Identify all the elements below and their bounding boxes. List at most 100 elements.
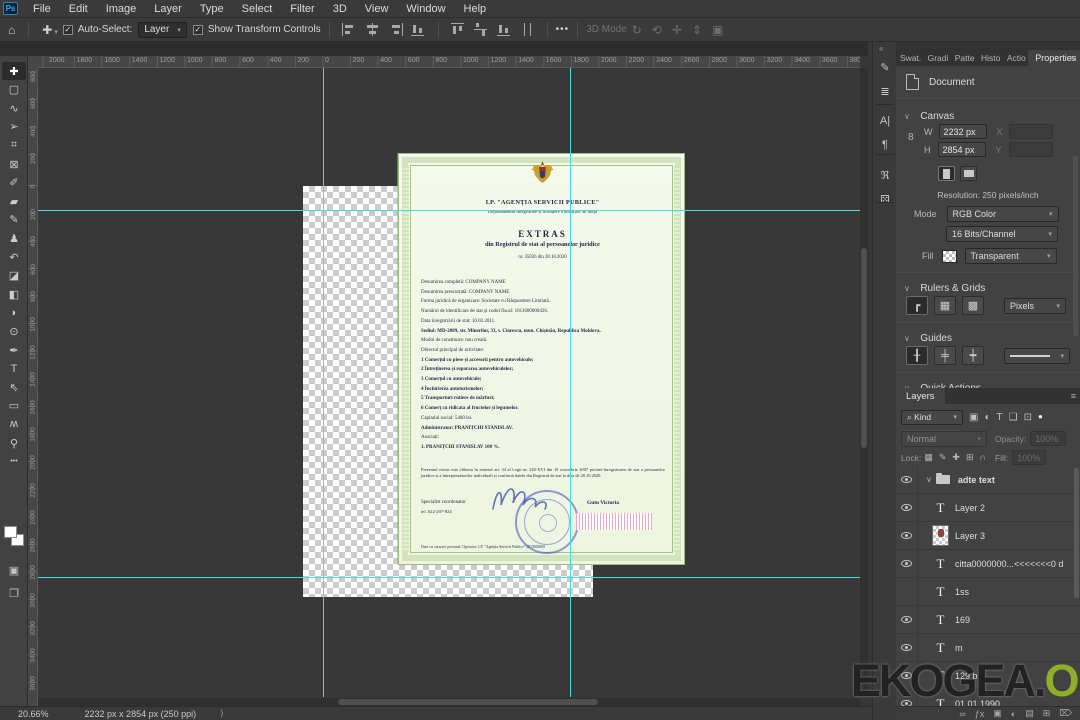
bit-depth-dropdown[interactable]: 16 Bits/Channel ▾ — [946, 226, 1058, 242]
layer-row[interactable]: Layer 3 — [896, 521, 1080, 550]
lock-transparency-icon[interactable]: ▦ — [924, 452, 933, 463]
menu-file[interactable]: File — [24, 0, 60, 17]
vertical-guide[interactable] — [570, 68, 571, 697]
section-caret-icon[interactable]: ∨ — [904, 284, 910, 293]
certificate-document-image[interactable]: I.P. "AGENȚIA SERVICII PUBLICE" Departam… — [398, 153, 685, 565]
menu-window[interactable]: Window — [397, 0, 454, 17]
scrollbar-thumb[interactable] — [861, 248, 867, 448]
foreground-color-swatch[interactable] — [4, 526, 17, 538]
paragraph-icon[interactable]: ¶ — [876, 136, 894, 154]
tab-actio[interactable]: Actio — [1003, 50, 1028, 66]
toggle-grid-button[interactable]: ▦ — [934, 296, 956, 315]
auto-select-target-dropdown[interactable]: Layer ▾ — [138, 21, 187, 38]
adjust-sliders-icon[interactable]: ≣ — [876, 82, 894, 100]
layer-visibility-toggle[interactable] — [896, 549, 918, 578]
edit-toolbar[interactable]: ••• — [2, 453, 26, 471]
toggle-guides-button[interactable]: ╂ — [906, 346, 928, 365]
screen-mode-button[interactable]: ❐ — [2, 584, 26, 602]
layers-scrollbar[interactable] — [1074, 468, 1079, 598]
layer-thumbnail[interactable] — [932, 525, 949, 546]
distribute-vertical-centers-icon[interactable] — [473, 23, 489, 36]
home-icon[interactable]: ⌂ — [8, 23, 15, 37]
dodge-tool[interactable]: ⊙ — [2, 322, 26, 340]
blend-mode-dropdown[interactable]: Normal ▾ — [901, 430, 987, 447]
zoom-level-field[interactable]: 20.66% — [18, 709, 49, 719]
layer-visibility-toggle[interactable] — [896, 521, 918, 550]
layer-visibility-toggle[interactable] — [896, 605, 918, 634]
clear-guides-button[interactable]: ┿ — [962, 346, 984, 365]
ruler-left[interactable]: 800 600 400 200 0 200 400 600 800 1000 1200 1400 160… — [28, 68, 38, 706]
blur-tool[interactable]: ◗ — [2, 304, 26, 322]
layer-fill-field[interactable]: 100% — [1012, 450, 1047, 465]
ruler-top[interactable]: 2000 1800 1600 1400 1200 1000 800 600 400 200 0 200… — [28, 56, 860, 68]
crop-tool[interactable]: ⌗ — [2, 136, 26, 154]
filter-smart-objects-icon[interactable]: ⊡ — [1024, 412, 1032, 423]
canvas-vertical-scrollbar[interactable] — [860, 68, 868, 697]
menu-edit[interactable]: Edit — [60, 0, 97, 17]
libraries-icon[interactable]: ⚄ — [876, 190, 894, 208]
lock-artboard-icon[interactable]: ⊞ — [966, 452, 974, 463]
horizontal-guide[interactable] — [38, 210, 860, 211]
lock-all-icon[interactable]: ∩ — [979, 452, 985, 463]
canvas-horizontal-scrollbar[interactable] — [38, 698, 860, 706]
filter-type-layers-icon[interactable]: T — [997, 412, 1003, 423]
link-layers-icon[interactable]: ∞ — [959, 709, 965, 719]
move-tool-preset-icon[interactable]: ✚ ▾ — [42, 23, 58, 37]
tab-patte[interactable]: Patte — [951, 50, 977, 66]
frame-tool[interactable]: ⊠ — [2, 155, 26, 173]
guide-style-dropdown[interactable]: ▾ — [1004, 347, 1070, 364]
distribute-top-edges-icon[interactable] — [450, 23, 466, 36]
canvas-x-field[interactable] — [1008, 124, 1053, 139]
layers-panel-menu-icon[interactable]: ≡ — [1071, 391, 1076, 401]
tab-gradi[interactable]: Gradi — [924, 50, 951, 66]
distribute-bottom-edges-icon[interactable] — [496, 23, 512, 36]
clone-stamp-tool[interactable]: ♟ — [2, 229, 26, 247]
fill-dropdown[interactable]: Transparent ▾ — [964, 248, 1057, 264]
filter-shape-layers-icon[interactable]: ❏ — [1009, 412, 1018, 423]
canvas-height-field[interactable]: 2854 px — [937, 142, 986, 157]
layer-visibility-toggle[interactable] — [896, 466, 918, 494]
panel-menu-icon[interactable]: ≡ — [1071, 53, 1076, 63]
horizontal-guide[interactable] — [38, 577, 860, 578]
character-icon[interactable]: A| — [876, 112, 894, 130]
menu-3d[interactable]: 3D — [324, 0, 356, 17]
properties-scrollbar[interactable] — [1073, 156, 1078, 336]
opacity-field[interactable]: 100% — [1030, 431, 1067, 446]
units-dropdown[interactable]: Pixels ▾ — [1004, 297, 1066, 314]
pen-tool[interactable]: ✒ — [2, 341, 26, 359]
marquee-tool[interactable]: ▢ — [2, 81, 26, 99]
menu-image[interactable]: Image — [97, 0, 146, 17]
tab-layers[interactable]: Layers — [896, 388, 945, 404]
layer-row[interactable]: T 1ss — [896, 577, 1080, 606]
brush-tool[interactable]: ✎ — [2, 211, 26, 229]
canvas-width-field[interactable]: 2232 px — [938, 124, 987, 139]
distribute-horizontal-icon[interactable] — [519, 23, 535, 36]
vertical-guide[interactable] — [323, 68, 324, 697]
layer-row[interactable]: ∨ adte text — [896, 466, 1080, 494]
object-selection-tool[interactable]: ➢ — [2, 118, 26, 136]
photoshop-logo-icon[interactable]: Ps — [3, 2, 18, 15]
menu-layer[interactable]: Layer — [145, 0, 191, 17]
layer-row[interactable]: T 169 — [896, 605, 1080, 634]
auto-select-checkbox[interactable]: ✓ — [62, 24, 73, 35]
status-options-arrow[interactable]: ⟩ — [220, 708, 224, 719]
layer-row[interactable]: Tcitta0000000...<<<<<<<0 d — [896, 549, 1080, 578]
toggle-snap-button[interactable]: ▩ — [962, 296, 984, 315]
align-top-edges-icon[interactable] — [410, 23, 426, 36]
filter-adjustment-layers-icon[interactable]: ◐ — [984, 412, 990, 423]
history-icon[interactable]: ✎ — [876, 58, 894, 76]
move-tool[interactable]: ✚ — [2, 62, 26, 80]
show-transform-checkbox[interactable]: ✓ — [192, 24, 203, 35]
group-expand-caret-icon[interactable]: ∨ — [926, 475, 932, 484]
align-left-edges-icon[interactable] — [341, 23, 357, 36]
path-selection-tool[interactable]: ⇖ — [2, 378, 26, 396]
more-options-button[interactable]: ••• — [556, 24, 570, 35]
menu-view[interactable]: View — [356, 0, 398, 17]
lock-position-icon[interactable]: ✚ — [952, 452, 960, 463]
section-caret-icon[interactable]: ∨ — [904, 334, 910, 343]
section-caret-icon[interactable]: ∨ — [904, 112, 910, 121]
lock-pixels-icon[interactable]: ✎ — [939, 452, 947, 463]
align-right-edges-icon[interactable] — [387, 23, 403, 36]
filter-toggle-icon[interactable]: ● — [1038, 412, 1043, 423]
eraser-tool[interactable]: ◪ — [2, 267, 26, 285]
